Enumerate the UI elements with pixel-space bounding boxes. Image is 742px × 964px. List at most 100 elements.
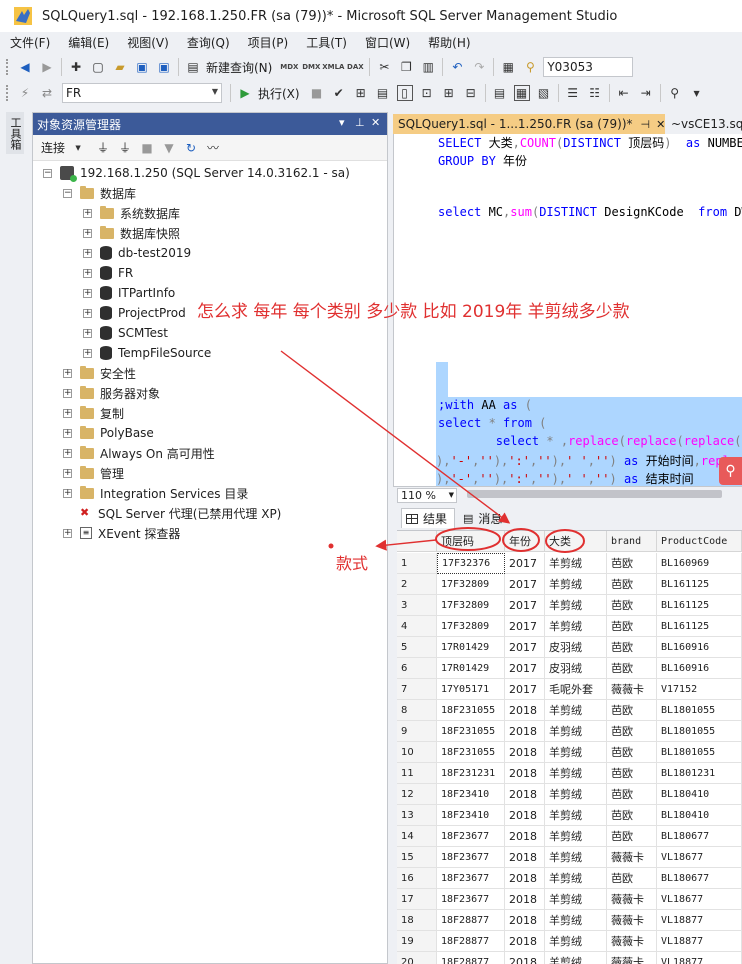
grid-cell[interactable]: 薇薇卡 [607,889,657,910]
tree-item[interactable]: + ProjectProd [83,303,186,323]
code-line[interactable]: ),'-',''),':',''),' ','') as 开始时间,repla [436,452,737,469]
paste-icon[interactable]: ▥ [420,59,436,75]
grid-cell[interactable]: 17F32376 [437,553,505,574]
tree-item[interactable]: + 服务器对象 [63,383,160,403]
tree-item[interactable]: + 数据库快照 [83,223,180,243]
database-select[interactable]: FR ▼ [62,83,222,103]
column-header[interactable]: brand [607,531,657,552]
grid-cell[interactable]: 2018 [505,889,545,910]
tree-item[interactable]: + TempFileSource [83,343,211,363]
expand-icon[interactable]: + [83,228,92,238]
add-item-icon[interactable]: ▢ [90,59,106,75]
row-number[interactable]: 16 [397,868,437,889]
decrease-indent-icon[interactable]: ⇤ [616,85,632,101]
column-header[interactable]: 顶层码 [437,531,505,552]
grid-cell[interactable]: 2018 [505,847,545,868]
new-query-button[interactable]: 新建查询(N) [206,59,272,76]
grid-cell[interactable]: 17R01429 [437,637,505,658]
search-combo[interactable]: Y03053 [543,57,634,77]
search-icon[interactable]: ⚲ [719,457,742,485]
connect-button[interactable]: 连接 [41,139,65,156]
grid-cell[interactable]: 芭欧 [607,742,657,763]
row-number[interactable]: 7 [397,679,437,700]
code-line[interactable]: select * from ( [438,416,546,430]
grid-cell[interactable]: 18F23410 [437,805,505,826]
stop-icon[interactable]: ■ [309,85,325,101]
grid-cell[interactable]: 羊剪绒 [545,826,607,847]
expand-icon[interactable]: + [83,288,92,298]
results-to-text-icon[interactable]: ▤ [492,85,508,101]
refresh-icon[interactable]: ↻ [183,140,199,156]
grid-cell[interactable]: 芭欧 [607,553,657,574]
menu-item[interactable]: 查询(Q) [177,34,238,51]
tree-item[interactable]: + ≡ XEvent 探查器 [63,523,180,543]
grid-cell[interactable]: 18F23410 [437,784,505,805]
grid-cell[interactable]: 芭欧 [607,637,657,658]
expand-icon[interactable]: + [83,348,92,358]
toolbar-grip[interactable] [6,59,10,75]
row-number[interactable]: 20 [397,952,437,964]
grid-cell[interactable]: 17Y05171 [437,679,505,700]
menu-item[interactable]: 视图(V) [117,34,177,51]
close-icon[interactable]: ✕ [371,116,380,129]
grid-cell[interactable]: BL161125 [657,574,742,595]
grid-cell[interactable]: 芭欧 [607,868,657,889]
column-header[interactable]: 大类 [545,531,607,552]
horizontal-scrollbar[interactable] [467,490,722,498]
change-connection-icon[interactable]: ⇄ [39,85,55,101]
expand-icon[interactable]: + [63,528,72,538]
disconnect-icon[interactable]: ⏚ [117,140,133,156]
grid-cell[interactable]: 2018 [505,826,545,847]
tab-sqlquery1[interactable]: SQLQuery1.sql - 1...1.250.FR (sa (79))* … [393,114,665,134]
grid-cell[interactable]: 2018 [505,868,545,889]
comment-icon[interactable]: ☰ [565,85,581,101]
code-line[interactable]: ;with AA as ( [438,398,532,412]
tree-item[interactable]: + PolyBase [63,423,154,443]
row-number[interactable]: 15 [397,847,437,868]
row-number[interactable]: 3 [397,595,437,616]
filter-icon[interactable]: ▼ [161,140,177,156]
tree-item[interactable]: ✖ SQL Server 代理(已禁用代理 XP) [63,503,281,523]
grid-cell[interactable]: VL18877 [657,910,742,931]
grid-cell[interactable]: BL1801055 [657,721,742,742]
grid-cell[interactable]: 羊剪绒 [545,595,607,616]
expand-icon[interactable]: + [83,248,92,258]
execute-icon[interactable]: ▶ [237,85,253,101]
expand-icon[interactable]: + [63,448,72,458]
stop-icon[interactable]: ■ [139,140,155,156]
column-header[interactable]: ProductCode [657,531,742,552]
save-all-icon[interactable]: ▣ [156,59,172,75]
grid-cell[interactable]: 2017 [505,637,545,658]
grid-cell[interactable]: 2018 [505,784,545,805]
tree-item[interactable]: + Integration Services 目录 [63,483,248,503]
row-number[interactable]: 6 [397,658,437,679]
grid-corner[interactable] [397,531,437,552]
expand-icon[interactable]: + [83,328,92,338]
grid-cell[interactable]: 2018 [505,721,545,742]
tab-messages[interactable]: ▤ 消息 [459,508,517,528]
grid-cell[interactable]: 2017 [505,595,545,616]
grid-cell[interactable]: BL160916 [657,658,742,679]
tree-item[interactable]: + 系统数据库 [83,203,180,223]
copy-icon[interactable]: ❐ [398,59,414,75]
menu-item[interactable]: 编辑(E) [58,34,117,51]
chevron-down-icon[interactable]: ▼ [70,140,86,156]
grid-cell[interactable]: 羊剪绒 [545,616,607,637]
row-number[interactable]: 17 [397,889,437,910]
grid-cell[interactable]: 17F32809 [437,595,505,616]
grid-cell[interactable]: 芭欧 [607,595,657,616]
grid-cell[interactable]: 17R01429 [437,658,505,679]
grid-cell[interactable]: 薇薇卡 [607,847,657,868]
new-query-icon[interactable]: ▤ [185,59,201,75]
grid-cell[interactable]: 18F231055 [437,721,505,742]
grid-cell[interactable]: 2018 [505,742,545,763]
grid-cell[interactable]: BL1801231 [657,763,742,784]
tree-item[interactable]: + SCMTest [83,323,168,343]
code-line[interactable]: GROUP BY 年份 [438,152,527,169]
grid-cell[interactable]: 羊剪绒 [545,805,607,826]
expand-icon[interactable]: + [63,388,72,398]
grid-cell[interactable]: BL1801055 [657,700,742,721]
display-plan-icon[interactable]: ⊞ [353,85,369,101]
include-plan-icon[interactable]: ⊞ [441,85,457,101]
grid-cell[interactable]: 2017 [505,574,545,595]
